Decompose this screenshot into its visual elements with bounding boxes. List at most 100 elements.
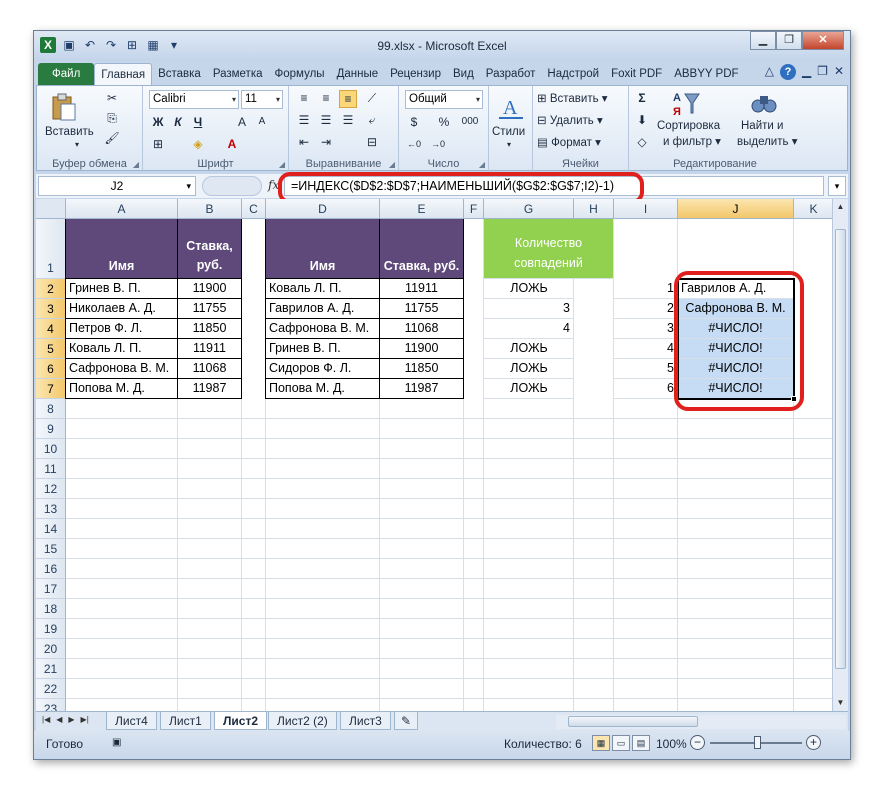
italic-button[interactable]: К bbox=[169, 114, 187, 132]
insert-function-button[interactable]: fx bbox=[268, 178, 279, 192]
paste-icon[interactable] bbox=[49, 92, 79, 122]
table1-rate-cell[interactable]: 11068 bbox=[178, 359, 242, 379]
column-header-a[interactable]: A bbox=[66, 199, 178, 219]
match-value-cell[interactable]: ЛОЖЬ bbox=[484, 339, 574, 359]
sheet-tab-list4[interactable]: Лист4 bbox=[106, 712, 157, 730]
decrease-decimal-icon[interactable]: →0 bbox=[429, 136, 447, 154]
table2-name-cell[interactable]: Коваль Л. П. bbox=[266, 279, 380, 299]
ribbon-close-icon[interactable]: ✕ bbox=[834, 64, 844, 80]
result-cell[interactable]: #ЧИСЛО! bbox=[678, 379, 794, 399]
row-header-14[interactable]: 14 bbox=[36, 519, 66, 539]
row-header-20[interactable]: 20 bbox=[36, 639, 66, 659]
increase-font-icon[interactable]: A bbox=[233, 114, 251, 132]
column-header-k[interactable]: K bbox=[794, 199, 832, 219]
table1-rate-cell[interactable]: 11911 bbox=[178, 339, 242, 359]
row-header-12[interactable]: 12 bbox=[36, 479, 66, 499]
table1-name-cell[interactable]: Коваль Л. П. bbox=[66, 339, 178, 359]
table1-name-cell[interactable]: Попова М. Д. bbox=[66, 379, 178, 399]
name-box-dropdown-icon[interactable]: ▾ bbox=[186, 177, 191, 195]
column-header-d[interactable]: D bbox=[266, 199, 380, 219]
index-cell[interactable]: 6 bbox=[614, 379, 678, 399]
number-format-dropdown-icon[interactable]: ▾ bbox=[476, 91, 480, 108]
table2-rate-cell[interactable]: 11900 bbox=[380, 339, 464, 359]
page-break-view-icon[interactable]: ▤ bbox=[632, 735, 650, 751]
match-value-cell[interactable]: 3 bbox=[484, 299, 574, 319]
result-cell-active[interactable]: Гаврилов А. Д. bbox=[678, 279, 794, 299]
tab-insert[interactable]: Вставка bbox=[152, 63, 207, 85]
scroll-down-icon[interactable]: ▼ bbox=[833, 695, 848, 710]
tab-data[interactable]: Данные bbox=[331, 63, 385, 85]
index-cell[interactable]: 4 bbox=[614, 339, 678, 359]
bold-button[interactable]: Ж bbox=[149, 114, 167, 132]
table1-name-cell[interactable]: Николаев А. Д. bbox=[66, 299, 178, 319]
result-cell[interactable]: #ЧИСЛО! bbox=[678, 339, 794, 359]
result-cell[interactable]: Сафронова В. М. bbox=[678, 299, 794, 319]
index-cell[interactable]: 5 bbox=[614, 359, 678, 379]
decrease-indent-icon[interactable]: ⇤ bbox=[295, 134, 313, 152]
table2-name-cell[interactable]: Гаврилов А. Д. bbox=[266, 299, 380, 319]
table2-rate-cell[interactable]: 11755 bbox=[380, 299, 464, 319]
match-value-cell[interactable]: ЛОЖЬ bbox=[484, 379, 574, 399]
align-top-icon[interactable]: ≡ bbox=[295, 90, 313, 108]
align-middle-icon[interactable]: ≡ bbox=[317, 90, 335, 108]
row-header-6[interactable]: 6 bbox=[36, 359, 66, 379]
row-header-10[interactable]: 10 bbox=[36, 439, 66, 459]
column-header-i[interactable]: I bbox=[614, 199, 678, 219]
font-name-combo[interactable]: Calibri ▾ bbox=[149, 90, 239, 109]
row-header-4[interactable]: 4 bbox=[36, 319, 66, 339]
insert-sheet-icon[interactable]: ✎ bbox=[394, 712, 419, 730]
font-name-dropdown-icon[interactable]: ▾ bbox=[232, 91, 236, 108]
tab-home[interactable]: Главная bbox=[94, 63, 153, 85]
table2-rate-cell[interactable]: 11068 bbox=[380, 319, 464, 339]
row-header-2[interactable]: 2 bbox=[36, 279, 66, 299]
percent-button[interactable]: % bbox=[435, 114, 453, 132]
tab-formulas[interactable]: Формулы bbox=[269, 63, 331, 85]
fill-icon[interactable]: ⬇ bbox=[633, 112, 651, 130]
column-header-g[interactable]: G bbox=[484, 199, 574, 219]
paste-dropdown-icon[interactable]: ▾ bbox=[75, 140, 79, 149]
ribbon-restore-icon[interactable]: ❐ bbox=[817, 64, 828, 80]
sort-filter-label-1[interactable]: Сортировка bbox=[657, 120, 720, 132]
index-cell[interactable]: 1 bbox=[614, 279, 678, 299]
sheet-tab-list1[interactable]: Лист1 bbox=[160, 712, 211, 730]
tab-review[interactable]: Рецензир bbox=[384, 63, 447, 85]
match-value-cell[interactable]: 4 bbox=[484, 319, 574, 339]
table2-name-cell[interactable]: Сафронова В. М. bbox=[266, 319, 380, 339]
column-header-f[interactable]: F bbox=[464, 199, 484, 219]
clipboard-launcher-icon[interactable]: ◢ bbox=[133, 160, 139, 169]
zoom-in-icon[interactable]: + bbox=[806, 735, 821, 750]
row-header-21[interactable]: 21 bbox=[36, 659, 66, 679]
match-header-cell[interactable]: Количество совпадений bbox=[484, 219, 614, 279]
sheet-tab-list2[interactable]: Лист2 bbox=[214, 712, 268, 730]
index-cell[interactable]: 2 bbox=[614, 299, 678, 319]
table2-name-cell[interactable]: Гринев В. П. bbox=[266, 339, 380, 359]
table1-name-cell[interactable]: Сафронова В. М. bbox=[66, 359, 178, 379]
row-header-13[interactable]: 13 bbox=[36, 499, 66, 519]
table2-header-name[interactable]: Имя bbox=[266, 219, 380, 279]
alignment-launcher-icon[interactable]: ◢ bbox=[389, 160, 395, 169]
row-header-1[interactable]: 1 bbox=[36, 219, 66, 279]
vertical-scroll-thumb[interactable] bbox=[835, 229, 846, 669]
styles-dropdown-icon[interactable]: ▾ bbox=[507, 140, 511, 149]
copy-icon[interactable]: ⎘ bbox=[103, 110, 121, 128]
row-header-23[interactable]: 23 bbox=[36, 699, 66, 711]
row-header-17[interactable]: 17 bbox=[36, 579, 66, 599]
tab-foxit-pdf[interactable]: Foxit PDF bbox=[605, 63, 668, 85]
tab-layout[interactable]: Разметка bbox=[207, 63, 269, 85]
row-header-15[interactable]: 15 bbox=[36, 539, 66, 559]
row-header-8[interactable]: 8 bbox=[36, 399, 66, 419]
table1-name-cell[interactable]: Петров Ф. Л. bbox=[66, 319, 178, 339]
merge-cells-icon[interactable]: ⊟ bbox=[363, 134, 381, 152]
currency-icon[interactable]: $ bbox=[405, 114, 423, 132]
ribbon-collapse-icon[interactable]: △ bbox=[765, 64, 774, 80]
help-icon[interactable]: ? bbox=[779, 64, 796, 80]
page-layout-view-icon[interactable]: ▭ bbox=[612, 735, 630, 751]
row-header-5[interactable]: 5 bbox=[36, 339, 66, 359]
tab-addins[interactable]: Надстрой bbox=[541, 63, 605, 85]
table2-rate-cell[interactable]: 11911 bbox=[380, 279, 464, 299]
minimize-button[interactable]: ▁ bbox=[750, 31, 776, 50]
table1-name-cell[interactable]: Гринев В. П. bbox=[66, 279, 178, 299]
normal-view-icon[interactable]: ▦ bbox=[592, 735, 610, 751]
table2-name-cell[interactable]: Сидоров Ф. Л. bbox=[266, 359, 380, 379]
decrease-font-icon[interactable]: A bbox=[253, 114, 271, 132]
